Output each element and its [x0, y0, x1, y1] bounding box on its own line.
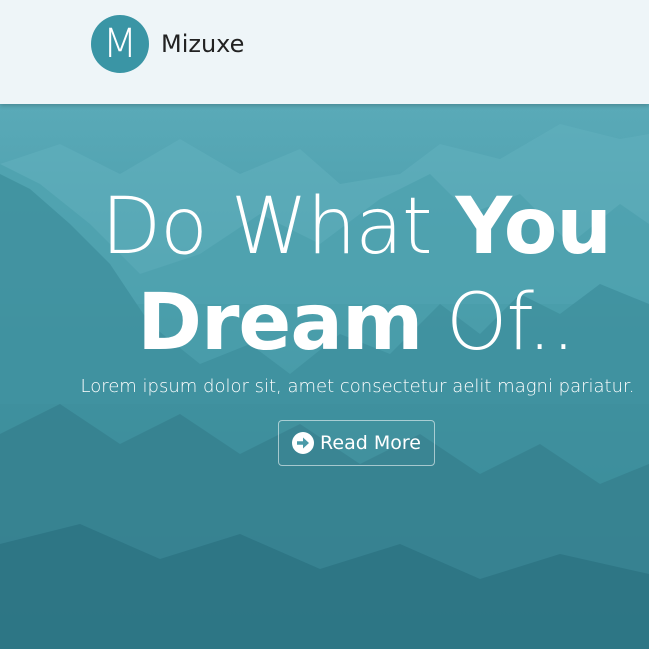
headline-line-2: Dream Of.. — [0, 275, 649, 371]
hero-subtitle: Lorem ipsum dolor sit, amet consectetur … — [80, 376, 635, 397]
arrow-right-circle-icon — [292, 432, 315, 454]
brand-name: Mizuxe — [161, 30, 245, 58]
logo-icon: M — [91, 15, 149, 73]
hero-section: Do What You Dream Of.. Lorem ipsum dolor… — [0, 104, 649, 649]
hero-headline: Do What You Dream Of.. — [0, 179, 649, 371]
brand-logo-link[interactable]: M Mizuxe — [91, 15, 244, 73]
headline-line-1: Do What You — [0, 179, 649, 275]
read-more-label: Read More — [320, 432, 421, 454]
headline-text-light-1: Do What — [101, 182, 456, 272]
headline-text-light-2: Of.. — [422, 278, 576, 368]
navbar: M Mizuxe — [0, 0, 649, 104]
read-more-button[interactable]: Read More — [278, 420, 435, 466]
headline-text-bold-1: You — [455, 182, 611, 272]
headline-text-bold-2: Dream — [137, 278, 423, 368]
